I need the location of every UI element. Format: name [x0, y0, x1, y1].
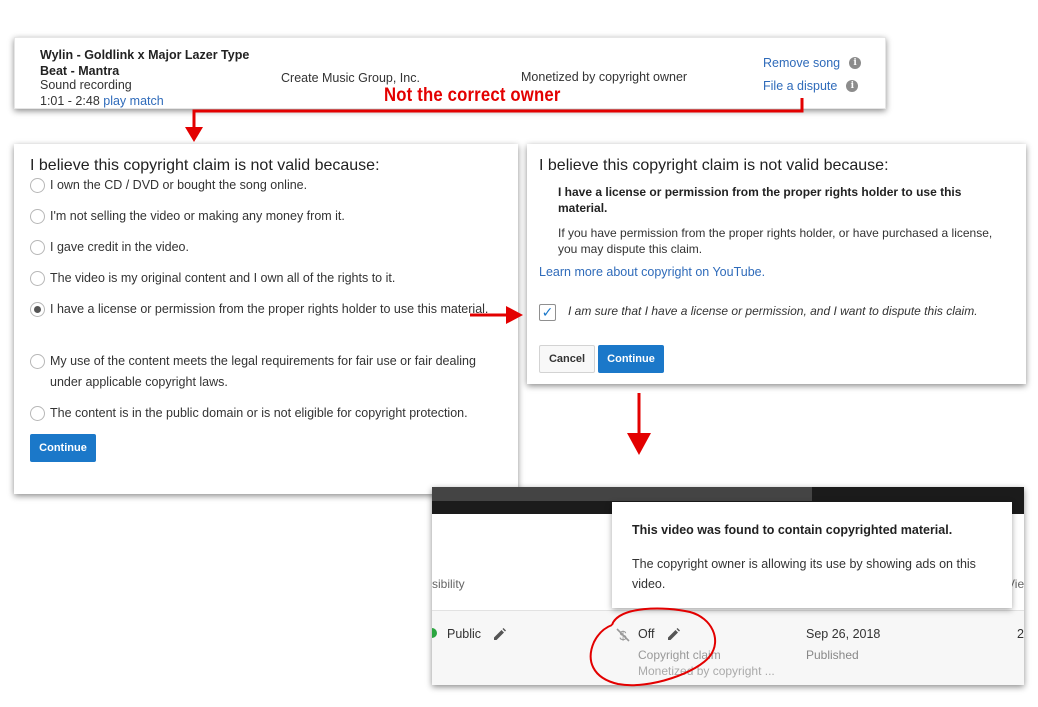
reason-option-label: The video is my original content and I o…	[50, 271, 396, 285]
reason-option-label: I have a license or permission from the …	[50, 302, 489, 316]
reason-option-original-content[interactable]: The video is my original content and I o…	[30, 271, 500, 289]
arrow-down-icon	[627, 433, 651, 455]
copyright-claim-subtext: Monetized by copyright ...	[638, 664, 775, 678]
visibility-value: Public	[447, 627, 482, 641]
visibility-column-header[interactable]: sibility	[432, 577, 465, 591]
remove-song-label: Remove song	[763, 56, 841, 70]
continue-button[interactable]: Continue	[598, 345, 664, 373]
reason-option-fair-use[interactable]: My use of the content meets the legal re…	[30, 354, 500, 393]
published-label: Published	[806, 648, 859, 662]
radio-button[interactable]	[30, 178, 45, 193]
radio-button[interactable]	[30, 209, 45, 224]
reason-option-own-cd[interactable]: I own the CD / DVD or bought the song on…	[30, 178, 500, 196]
radio-button[interactable]	[30, 406, 45, 421]
reason-option-label: I gave credit in the video.	[50, 240, 189, 254]
info-icon[interactable]: i	[846, 80, 859, 92]
play-match-link[interactable]: play match	[103, 94, 163, 108]
reason-option-label: My use of the content meets the legal re…	[50, 354, 476, 389]
reason-option-label: The content is in the public domain or i…	[50, 406, 468, 420]
confirm-text: I am sure that I have a license or permi…	[568, 304, 978, 318]
monetization-off-icon: $	[616, 628, 630, 643]
public-status-icon	[432, 628, 437, 638]
info-icon[interactable]: i	[849, 57, 862, 69]
reason-option-gave-credit[interactable]: I gave credit in the video.	[30, 240, 500, 258]
claimant-name: Create Music Group, Inc.	[281, 71, 420, 85]
edit-pencil-icon[interactable]	[667, 627, 681, 641]
progress-bar	[432, 487, 812, 501]
reason-option-not-selling[interactable]: I'm not selling the video or making any …	[30, 209, 500, 227]
reason-option-license[interactable]: I have a license or permission from the …	[30, 302, 500, 320]
tooltip-title: This video was found to contain copyrigh…	[632, 523, 953, 537]
file-dispute-link[interactable]: File a dispute i	[763, 79, 859, 93]
tooltip-body: The copyright owner is allowing its use …	[632, 557, 976, 591]
file-dispute-label: File a dispute	[763, 79, 838, 93]
publish-date: Sep 26, 2018	[806, 627, 881, 641]
claim-policy: Monetized by copyright owner	[521, 70, 688, 84]
reason-option-label: I own the CD / DVD or bought the song on…	[50, 178, 308, 192]
selected-reason-text: I have a license or permission from the …	[558, 185, 962, 215]
reason-explanation-text: If you have permission from the proper r…	[558, 226, 993, 256]
confirm-checkbox[interactable]: ✓	[539, 304, 556, 321]
license-form-heading: I believe this copyright claim is not va…	[539, 157, 889, 174]
annotation-not-correct-owner: Not the correct owner	[384, 85, 561, 106]
radio-button-selected[interactable]	[30, 302, 45, 317]
monetization-value: Off	[638, 627, 655, 641]
checkmark-icon: ✓	[541, 304, 554, 320]
learn-more-link[interactable]: Learn more about copyright on YouTube.	[539, 265, 765, 279]
reason-option-public-domain[interactable]: The content is in the public domain or i…	[30, 406, 500, 424]
edit-pencil-icon[interactable]	[493, 627, 507, 641]
copyright-tooltip: This video was found to contain copyrigh…	[612, 502, 1012, 608]
dispute-reason-panel: I believe this copyright claim is not va…	[14, 144, 518, 494]
radio-button[interactable]	[30, 271, 45, 286]
time-range-label: 1:01 - 2:48	[40, 94, 100, 108]
reason-form-heading: I believe this copyright claim is not va…	[30, 157, 380, 174]
reason-option-label: I'm not selling the video or making any …	[50, 209, 345, 223]
time-range: 1:01 - 2:48 play match	[40, 94, 164, 108]
copyright-claim-label: Copyright claim	[638, 648, 721, 662]
content-type-label: Sound recording	[40, 78, 132, 92]
continue-button[interactable]: Continue	[30, 434, 96, 462]
radio-button[interactable]	[30, 354, 45, 369]
song-title: Wylin - Goldlink x Major Lazer Type Beat…	[40, 48, 250, 78]
radio-button[interactable]	[30, 240, 45, 255]
license-confirm-panel: I believe this copyright claim is not va…	[527, 144, 1026, 384]
cancel-button[interactable]: Cancel	[539, 345, 595, 373]
views-value: 2	[1017, 627, 1024, 641]
arrow-down-icon	[185, 127, 203, 142]
remove-song-link[interactable]: Remove song i	[763, 56, 862, 70]
